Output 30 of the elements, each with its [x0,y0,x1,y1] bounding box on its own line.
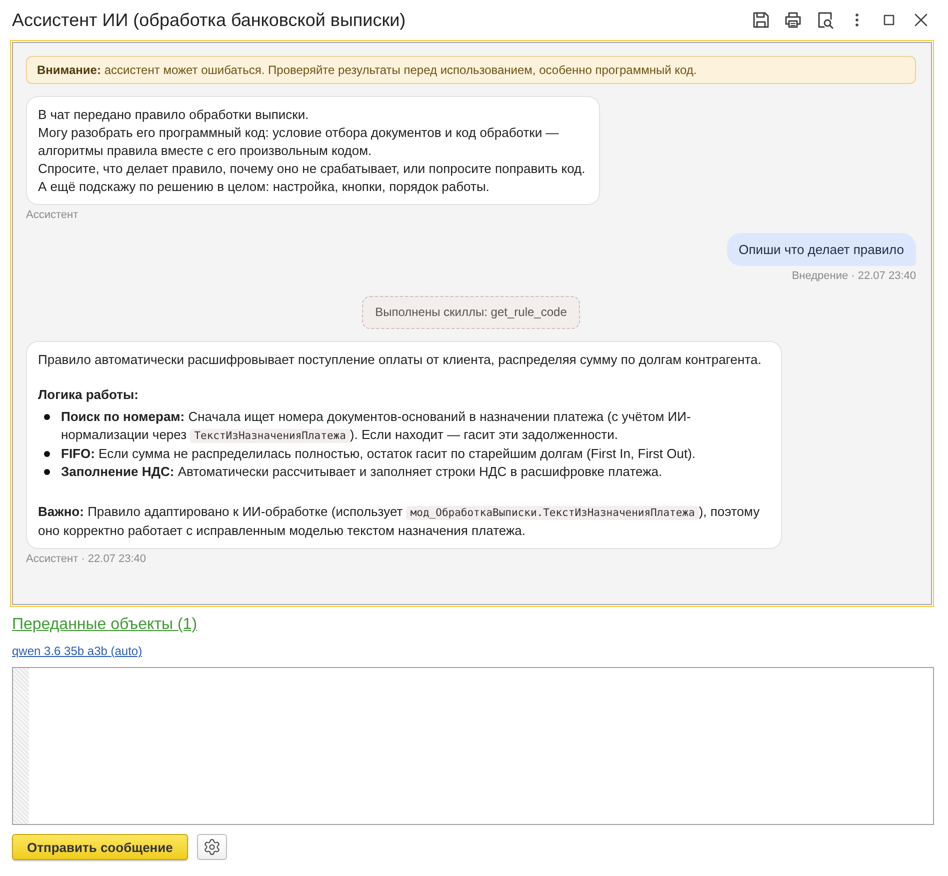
message-input-field[interactable] [12,667,934,825]
transferred-objects-link[interactable]: Переданные объекты (1) [12,616,198,634]
warning-banner: Внимание: ассистент может ошибаться. Проверяйте результаты перед использованием, особенно программный код. [26,56,916,84]
message-text: Спросите, что делает правило, почему оно не срабатывает, или попросите поправить код. [38,160,586,178]
message-text: Могу разобрать его программный код: условие отбора документов и код обработки — алгоритмы правила вместе с его произвольным кодом. [38,124,560,160]
message-meta: Внедрение · 22.07 23:40 [792,270,916,283]
settings-icon [202,838,221,856]
message-text: Важно: Правило адаптировано к ИИ-обработке (использует мод_ОбработкаВыписки.ТекстИзНазначенияПлатежа ), поэтому оно корректно работает с исправленным моделью текстом назначения платежа. [38,503,761,540]
message-meta: Ассистент [26,209,78,222]
message-text: В чат передано правило обработки выписки. [38,106,310,124]
settings-button[interactable] [196,834,227,860]
message-heading: Логика работы: [38,386,140,404]
send-message-button[interactable]: Отправить сообщение [12,834,188,860]
window-title: Ассистент ИИ (обработка банковской выписки) [12,10,406,30]
close-icon[interactable] [912,11,930,29]
bullet-icon [44,414,50,420]
message-text: А ещё подскажу по решению в целом: настройка, кнопки, порядок работы. [38,178,490,196]
save-icon[interactable] [752,11,770,29]
bullet-icon [44,469,50,475]
model-link[interactable]: qwen 3.6 35b a3b (auto) [12,644,142,658]
user-message-bubble: Опиши что делает правило [726,233,916,266]
list-item-text: Заполнение НДС: Автоматически рассчитывает и заполняет строки НДС в расшифровке платежа. [61,463,664,481]
skills-notice: Выполнены скиллы: get_rule_code [362,296,580,329]
document-search-icon[interactable] [816,11,834,29]
bullet-icon [44,451,50,457]
message-meta: Ассистент · 22.07 23:40 [26,553,146,566]
printer-icon[interactable] [784,11,802,29]
list-item-text: Поиск по номерам: Сначала ищет номера документов-оснований в назначении платежа (с учётом ИИ-нормализации через ТекстИзНазначенияПлатежа ). Если находит — гасит эти задолженности. [61,408,692,445]
list-item-text: FIFO: Если сумма не распределилась полностью, остаток гасит по старейшим долгам (First In, First Out). [61,445,697,463]
message-text: Правило автоматически расшифровывает поступление оплаты от клиента, распределяя сумму по долгам контрагента. [38,351,762,369]
